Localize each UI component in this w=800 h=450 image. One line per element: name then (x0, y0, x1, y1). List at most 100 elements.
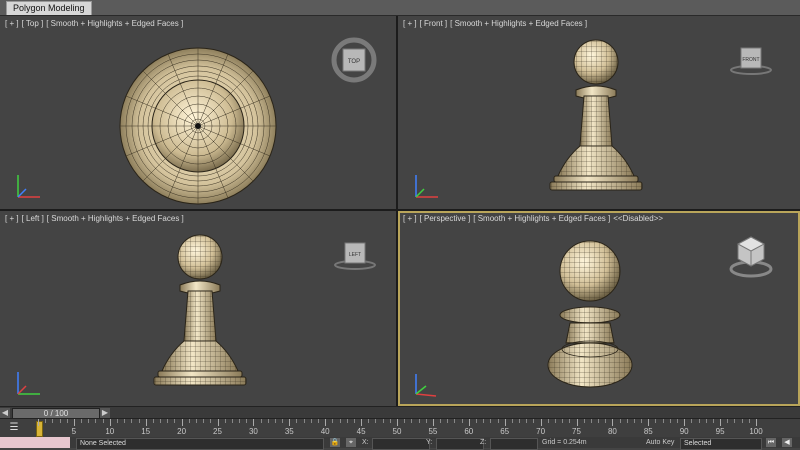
frame-tick (598, 419, 600, 423)
frame-tick (318, 419, 320, 423)
time-slider-prev-button[interactable]: ◀ (0, 408, 10, 418)
pawn-model-left[interactable] (150, 231, 250, 391)
frame-tick (720, 419, 722, 426)
frame-tick (583, 419, 585, 423)
viewport-label-top[interactable]: [ + ][ Top ][ Smooth + Highlights + Edge… (5, 19, 186, 28)
frame-tick-label: 20 (177, 427, 187, 436)
grid-size-readout: Grid = 0.254m (542, 439, 587, 446)
frame-tick (160, 419, 162, 423)
frame-tick (368, 419, 370, 423)
viewport-shading-mode[interactable]: [ Smooth + Highlights + Edged Faces ] (450, 19, 587, 28)
frame-tick-label: 50 (392, 427, 402, 436)
frame-tick (138, 419, 140, 423)
viewport-shading-mode[interactable]: [ Smooth + Highlights + Edged Faces ] (47, 214, 184, 223)
viewport-shading-mode[interactable]: [ Smooth + Highlights + Edged Faces ] (46, 19, 183, 28)
viewport-left[interactable]: [ + ][ Left ][ Smooth + Highlights + Edg… (0, 211, 396, 406)
track-bar[interactable]: ☰ 5 10 15 20 25 30 35 40 45 50 55 60 65 70 75 80 85 90 95 1… (0, 418, 800, 438)
frame-tick (633, 419, 635, 423)
viewcube-front[interactable]: FRONT (728, 42, 774, 78)
frame-tick (576, 419, 578, 426)
frame-tick (418, 419, 420, 423)
viewcube-perspective[interactable] (726, 231, 776, 281)
x-coordinate-field[interactable] (372, 438, 430, 450)
viewport-label-left[interactable]: [ + ][ Left ][ Smooth + Highlights + Edg… (5, 214, 187, 223)
viewport-disabled-tag: <<Disabled>> (613, 214, 664, 223)
ribbon-tab-polygon-modeling[interactable]: Polygon Modeling (6, 1, 92, 15)
viewport-label-front[interactable]: [ + ][ Front ][ Smooth + Highlights + Ed… (403, 19, 590, 28)
viewport-menu-plus[interactable]: [ + ] (5, 214, 19, 223)
frame-tick-label: 10 (105, 427, 115, 436)
frame-tick-label: 5 (71, 427, 77, 436)
viewport-label-perspective[interactable]: [ + ][ Perspective ][ Smooth + Highlight… (403, 214, 666, 223)
frame-tick (346, 419, 348, 423)
frame-tick (554, 419, 556, 423)
frame-tick-label: 30 (248, 427, 258, 436)
frame-tick (353, 419, 355, 423)
frame-tick (590, 419, 592, 423)
previous-frame-icon[interactable]: ◀ (782, 438, 792, 447)
pawn-model-perspective[interactable] (544, 237, 636, 393)
frame-tick (612, 419, 614, 426)
frame-tick (748, 419, 750, 423)
frame-tick-label: 55 (428, 427, 438, 436)
frame-tick (432, 419, 434, 426)
auto-key-button[interactable]: Auto Key (646, 437, 674, 448)
viewport-view-name[interactable]: [ Top ] (22, 19, 44, 28)
viewcube-top[interactable]: TOP (330, 36, 378, 84)
pawn-model-front[interactable] (546, 36, 646, 196)
frame-tick (382, 419, 384, 423)
frame-tick (526, 419, 528, 423)
absolute-mode-icon[interactable]: ⌖ (346, 438, 356, 447)
frame-tick-label: 65 (500, 427, 510, 436)
frame-tick (727, 419, 729, 423)
viewport-shading-mode[interactable]: [ Smooth + Highlights + Edged Faces ] (473, 214, 610, 223)
go-to-start-icon[interactable]: ⏮ (766, 438, 776, 447)
frame-tick (562, 419, 564, 423)
frame-tick (447, 419, 449, 423)
frame-tick (289, 419, 291, 426)
viewport-menu-plus[interactable]: [ + ] (5, 19, 19, 28)
frame-tick (81, 419, 83, 423)
maxscript-listener-mini[interactable] (0, 437, 70, 448)
time-slider-next-button[interactable]: ▶ (100, 408, 110, 418)
frame-tick (389, 419, 391, 423)
viewport-menu-plus[interactable]: [ + ] (403, 214, 417, 223)
axis-gizmo-top (17, 175, 40, 198)
frame-tick (267, 419, 269, 423)
frame-tick (116, 419, 118, 423)
viewport-view-name[interactable]: [ Front ] (420, 19, 448, 28)
frame-tick (605, 419, 607, 423)
y-coordinate-field[interactable] (436, 438, 484, 450)
frame-tick (461, 419, 463, 423)
frame-tick (540, 419, 542, 426)
track-bar-menu-icon[interactable]: ☰ (6, 422, 22, 434)
frame-tick (547, 419, 549, 423)
viewport-perspective[interactable]: [ + ][ Perspective ][ Smooth + Highlight… (398, 211, 800, 406)
viewport-menu-plus[interactable]: [ + ] (403, 19, 417, 28)
viewcube-left[interactable]: LEFT (332, 237, 378, 273)
frame-tick (145, 419, 147, 426)
viewport-front[interactable]: [ + ][ Front ][ Smooth + Highlights + Ed… (398, 16, 800, 209)
frame-tick (669, 419, 671, 423)
frame-tick-label: 95 (715, 427, 725, 436)
frame-tick (188, 419, 190, 423)
frame-tick (109, 419, 111, 426)
viewport-top[interactable]: [ + ][ Top ][ Smooth + Highlights + Edge… (0, 16, 396, 209)
frame-tick (95, 419, 97, 423)
frame-tick (38, 419, 39, 426)
frame-tick (411, 419, 413, 423)
viewport-view-name[interactable]: [ Left ] (22, 214, 44, 223)
ribbon-bar: Polygon Modeling (0, 0, 800, 16)
frame-tick (59, 419, 61, 423)
frame-tick (404, 419, 406, 423)
frame-tick (73, 419, 75, 426)
viewport-grid: [ + ][ Top ][ Smooth + Highlights + Edge… (0, 16, 800, 406)
selected-keys-dropdown[interactable]: Selected (680, 438, 762, 450)
lock-selection-icon[interactable]: 🔒 (330, 438, 340, 447)
frame-tick (246, 419, 248, 423)
frame-tick (648, 419, 650, 426)
pawn-model-top[interactable] (118, 46, 278, 206)
frame-tick (66, 419, 68, 423)
z-coordinate-field[interactable] (490, 438, 538, 450)
viewport-view-name[interactable]: [ Perspective ] (420, 214, 471, 223)
